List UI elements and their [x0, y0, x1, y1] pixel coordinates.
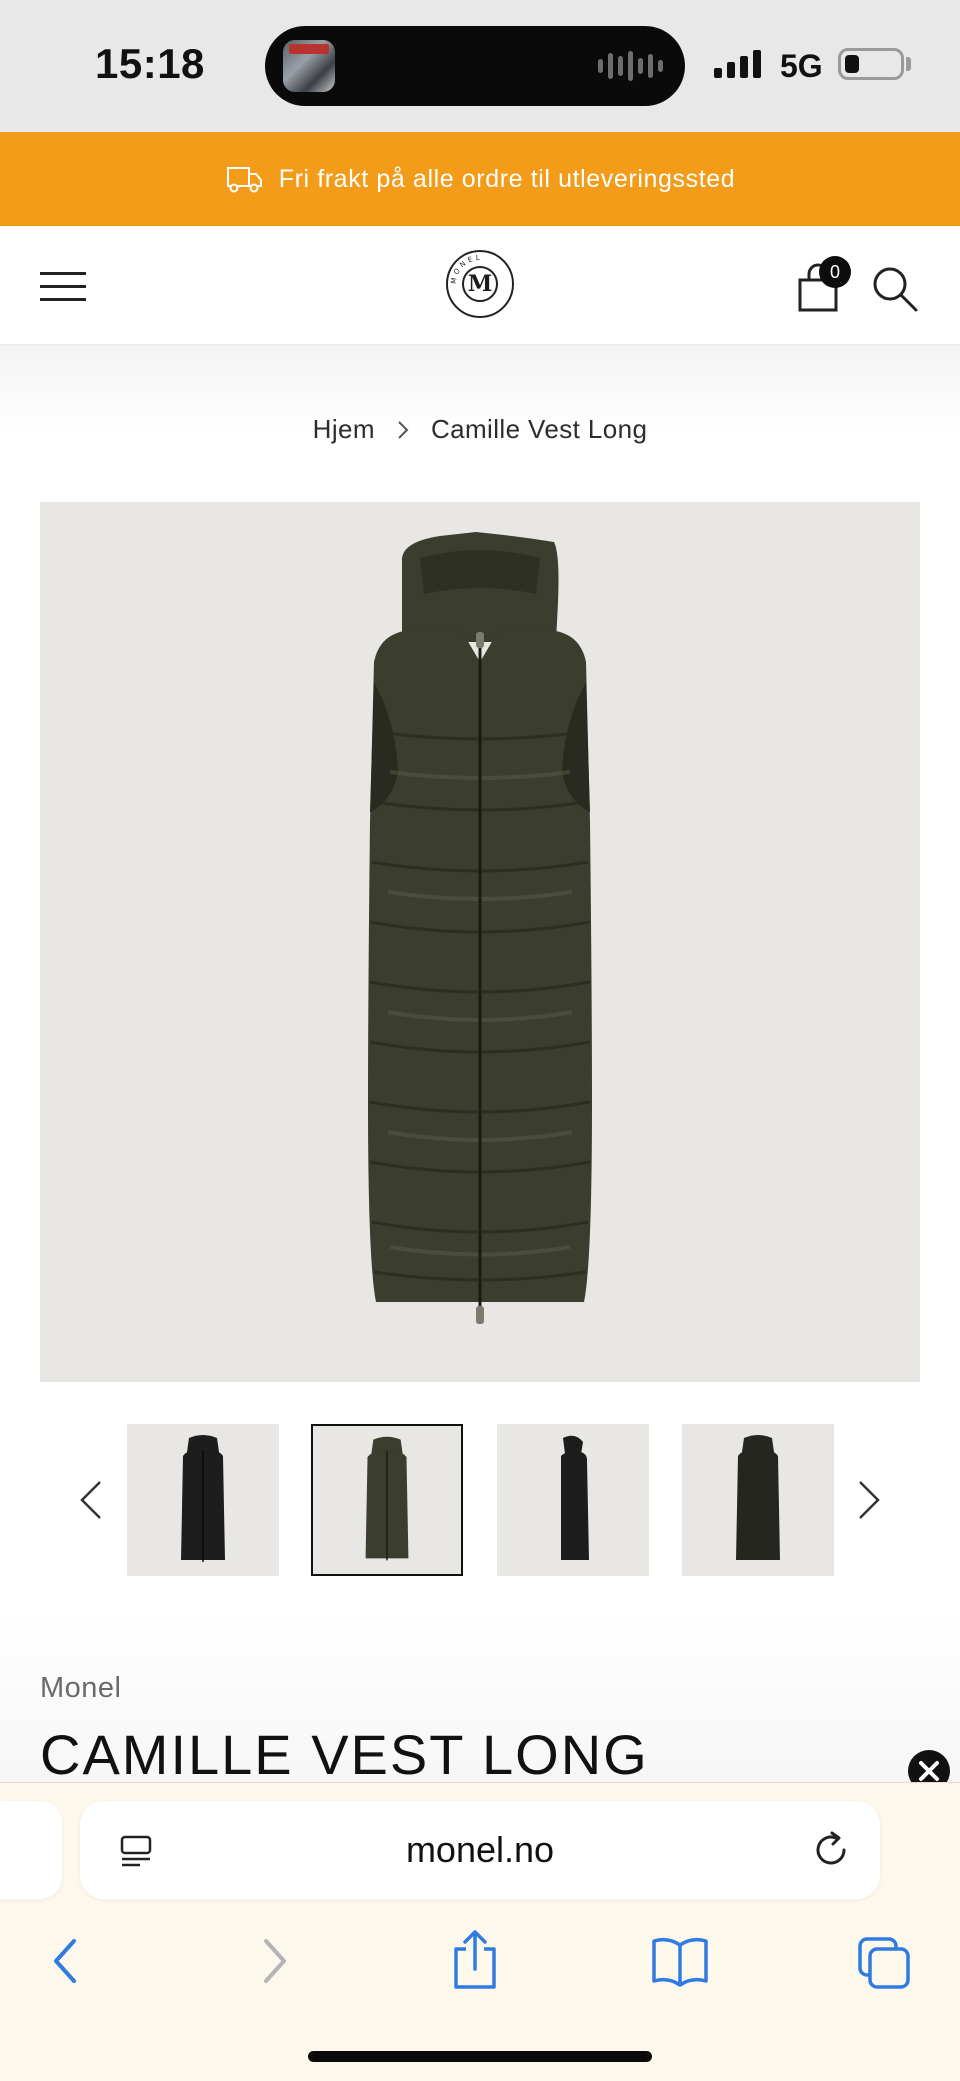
logo-letter: M — [462, 266, 498, 302]
browser-toolbar: monel.no — [0, 1782, 960, 2081]
chevron-right-icon — [398, 420, 409, 439]
audio-wave-icon — [598, 50, 663, 82]
cellular-signal-icon — [714, 48, 761, 78]
status-bar: 15:18 5G — [0, 0, 960, 132]
cart-count-badge: 0 — [819, 256, 851, 288]
search-icon[interactable] — [870, 264, 920, 314]
promo-text: Fri frakt på alle ordre til utleveringss… — [278, 164, 736, 193]
now-playing-artwork — [283, 40, 335, 92]
thumbnail-black-back[interactable] — [682, 1424, 834, 1576]
status-time: 15:18 — [95, 40, 205, 87]
reload-icon[interactable] — [810, 1829, 852, 1871]
product-brand[interactable]: Monel — [40, 1672, 122, 1705]
breadcrumb-home[interactable]: Hjem — [313, 414, 375, 445]
chevron-left-icon[interactable] — [74, 1476, 108, 1524]
previous-tab-preview[interactable] — [0, 1801, 62, 1899]
tabs-icon[interactable] — [856, 1929, 912, 1993]
back-icon[interactable] — [44, 1929, 84, 1993]
site-header: MONEL M 0 — [0, 226, 960, 346]
address-bar[interactable]: monel.no — [80, 1801, 880, 1899]
dynamic-island[interactable] — [265, 26, 685, 106]
thumbnail-black-front[interactable] — [127, 1424, 279, 1576]
product-main-image[interactable] — [40, 502, 920, 1382]
network-type: 5G — [780, 48, 823, 84]
hamburger-icon[interactable] — [40, 272, 86, 302]
home-indicator[interactable] — [308, 2051, 652, 2062]
promo-banner[interactable]: Fri frakt på alle ordre til utleveringss… — [0, 132, 960, 226]
truck-icon — [226, 167, 262, 193]
breadcrumb-current: Camille Vest Long — [430, 414, 648, 444]
forward-icon[interactable] — [256, 1929, 296, 1993]
book-icon[interactable] — [650, 1929, 710, 1993]
thumbnail-olive-front[interactable] — [311, 1424, 463, 1576]
share-icon[interactable] — [450, 1929, 500, 1993]
chevron-right-icon[interactable] — [852, 1476, 886, 1524]
site-logo[interactable]: MONEL M — [446, 250, 514, 318]
battery-icon — [838, 48, 904, 80]
battery-cap — [906, 57, 911, 71]
url-text: monel.no — [405, 1829, 555, 1870]
browser-nav-row — [0, 1929, 960, 1993]
thumbnail-black-side[interactable] — [497, 1424, 649, 1576]
breadcrumb: Hjem Camille Vest Long — [0, 414, 960, 445]
vest-illustration — [368, 532, 592, 1324]
product-title: CAMILLE VEST LONG — [40, 1723, 649, 1786]
